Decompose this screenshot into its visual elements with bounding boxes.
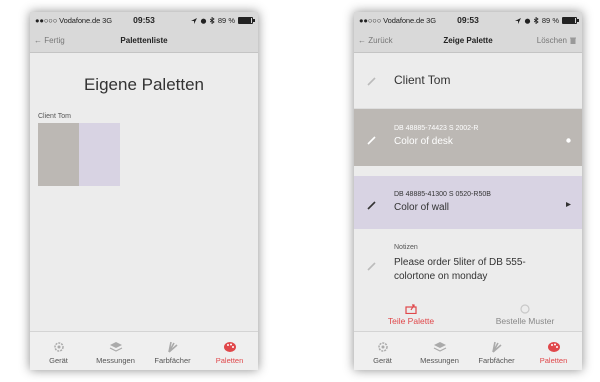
trash-icon bbox=[570, 37, 576, 44]
order-icon bbox=[520, 304, 530, 314]
palette-title-row[interactable]: Client Tom bbox=[354, 53, 582, 109]
nav-bar: ← Fertig Palettenliste bbox=[30, 30, 258, 53]
status-bar: ●●○○○ Vodafone.de 3G 09:53 89 % bbox=[354, 12, 582, 30]
status-icons: 89 % bbox=[514, 16, 579, 25]
page-title: Eigene Paletten bbox=[83, 75, 205, 94]
battery-icon bbox=[562, 17, 579, 24]
layers-icon bbox=[109, 342, 122, 352]
share-palette-button[interactable]: Teile Palette bbox=[354, 302, 468, 326]
palette-name[interactable]: Client Tom bbox=[38, 113, 71, 120]
palette-actions: Teile Palette Bestelle Muster bbox=[354, 302, 582, 332]
delete-button[interactable]: Löschen bbox=[537, 36, 576, 45]
palette-list-screen: ●●○○○ Vodafone.de 3G 09:53 89 % ← Fertig… bbox=[30, 12, 258, 370]
palette-icon bbox=[547, 342, 560, 352]
tab-label: Farbfächer bbox=[154, 356, 191, 365]
gear-icon bbox=[377, 342, 388, 352]
order-samples-label: Bestelle Muster bbox=[495, 316, 555, 326]
tab-measurements[interactable]: Messungen bbox=[411, 332, 468, 370]
tab-device[interactable]: Gerät bbox=[354, 332, 411, 370]
location-icon bbox=[190, 17, 197, 24]
color-name: Color of desk bbox=[394, 136, 453, 147]
pencil-icon bbox=[367, 262, 376, 271]
bluetooth-icon bbox=[209, 17, 215, 24]
location-icon bbox=[514, 17, 521, 24]
tab-palettes[interactable]: Paletten bbox=[201, 332, 258, 370]
fan-icon bbox=[491, 341, 502, 353]
color-row-wall[interactable]: DB 48885-41300 S 0520-R50B Color of wall bbox=[354, 176, 582, 229]
palette-swatch-wall[interactable] bbox=[79, 123, 120, 186]
tab-bar: Gerät Messungen Farbfächer Paletten bbox=[354, 331, 582, 370]
color-row-desk[interactable]: DB 48885-74423 S 2002-R Color of desk bbox=[354, 109, 582, 166]
tab-label: Gerät bbox=[373, 356, 392, 365]
palette-swatch-desk[interactable] bbox=[38, 123, 79, 186]
status-bar: ●●○○○ Vodafone.de 3G 09:53 89 % bbox=[30, 12, 258, 30]
tab-label: Farbfächer bbox=[478, 356, 515, 365]
marker-icon bbox=[566, 202, 571, 207]
pencil-icon bbox=[367, 136, 376, 145]
nav-bar: ← Zurück Zeige Palette Löschen bbox=[354, 30, 582, 53]
nav-title: Palettenliste bbox=[120, 36, 168, 45]
tab-palettes[interactable]: Paletten bbox=[525, 332, 582, 370]
battery-percent: 89 % bbox=[217, 16, 235, 25]
palette-icon bbox=[223, 342, 236, 352]
alarm-icon bbox=[524, 18, 530, 24]
color-code: DB 48885-74423 S 2002-R bbox=[394, 125, 479, 132]
color-code: DB 48885-41300 S 0520-R50B bbox=[394, 191, 491, 198]
row-separator bbox=[354, 166, 582, 176]
battery-fill bbox=[563, 18, 575, 23]
notes-section[interactable]: Notizen Please order 5liter of DB 555-co… bbox=[354, 230, 582, 300]
tab-fan-decks[interactable]: Farbfächer bbox=[468, 332, 525, 370]
tab-fan-decks[interactable]: Farbfächer bbox=[144, 332, 201, 370]
share-icon bbox=[405, 304, 417, 314]
color-name: Color of wall bbox=[394, 202, 450, 213]
notes-text: Please order 5liter of DB 555-colortone … bbox=[394, 257, 526, 282]
tab-device[interactable]: Gerät bbox=[30, 332, 87, 370]
tab-label: Paletten bbox=[215, 356, 244, 365]
status-icons: 89 % bbox=[190, 16, 255, 25]
layers-icon bbox=[433, 342, 446, 352]
alarm-icon bbox=[200, 18, 206, 24]
battery-fill bbox=[239, 18, 251, 23]
order-samples-button[interactable]: Bestelle Muster bbox=[468, 302, 582, 326]
tab-bar: Gerät Messungen Farbfächer Paletten bbox=[30, 331, 258, 370]
palette-detail-screen: ●●○○○ Vodafone.de 3G 09:53 89 % ← Zurück… bbox=[354, 12, 582, 370]
tab-label: Messungen bbox=[96, 356, 135, 365]
tab-label: Gerät bbox=[49, 356, 68, 365]
share-palette-label: Teile Palette bbox=[387, 316, 435, 326]
notes-label: Notizen bbox=[394, 244, 418, 251]
tab-measurements[interactable]: Messungen bbox=[87, 332, 144, 370]
bluetooth-icon bbox=[533, 17, 539, 24]
delete-label: Löschen bbox=[536, 36, 567, 45]
marker-icon bbox=[566, 138, 571, 143]
palette-title: Client Tom bbox=[394, 73, 451, 87]
battery-percent: 89 % bbox=[541, 16, 559, 25]
pencil-icon bbox=[367, 77, 376, 86]
battery-icon bbox=[238, 17, 255, 24]
fan-icon bbox=[167, 341, 178, 353]
pencil-icon bbox=[367, 201, 376, 210]
tab-label: Paletten bbox=[539, 356, 568, 365]
tab-label: Messungen bbox=[420, 356, 459, 365]
gear-icon bbox=[53, 342, 64, 352]
